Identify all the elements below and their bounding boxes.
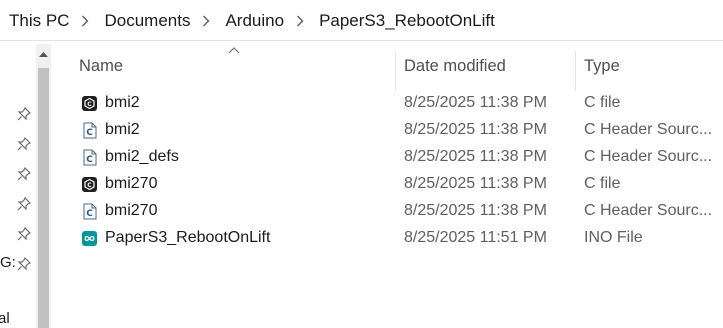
breadcrumb-documents[interactable]: Documents	[95, 11, 196, 31]
file-date-modified: 8/25/2025 11:38 PM	[404, 148, 547, 165]
c-header-file-icon: C	[83, 203, 97, 220]
file-name: bmi2	[105, 94, 140, 111]
file-row[interactable]: C bmi2 8/25/2025 11:38 PM C Header Sourc…	[51, 117, 723, 144]
file-name: bmi270	[105, 202, 158, 219]
sort-ascending-icon	[228, 47, 240, 54]
file-type: C Header Sourc...	[584, 148, 713, 165]
file-type: C Header Sourc...	[584, 121, 713, 138]
pin-icon[interactable]	[17, 227, 31, 241]
svg-text:C: C	[87, 182, 92, 189]
nav-item-label-fragment[interactable]: al	[0, 310, 10, 327]
file-row[interactable]: PaperS3_RebootOnLift 8/25/2025 11:51 PM …	[51, 225, 723, 252]
file-date-modified: 8/25/2025 11:38 PM	[404, 94, 547, 111]
file-date-modified: 8/25/2025 11:51 PM	[404, 229, 547, 246]
breadcrumb-current-folder[interactable]: PaperS3_RebootOnLift	[310, 11, 501, 31]
svg-text:C: C	[86, 128, 93, 138]
file-name: bmi2_defs	[105, 148, 179, 165]
chevron-right-icon[interactable]	[75, 15, 95, 27]
arduino-file-icon	[82, 231, 97, 246]
pin-icon[interactable]	[17, 257, 31, 271]
navigation-pane: G: al	[0, 41, 36, 328]
chevron-right-icon[interactable]	[196, 15, 216, 27]
column-header-date-modified[interactable]: Date modified	[404, 57, 506, 76]
file-row[interactable]: C bmi2 8/25/2025 11:38 PM C file	[51, 90, 723, 117]
file-row[interactable]: C bmi270 8/25/2025 11:38 PM C file	[51, 171, 723, 198]
svg-text:C: C	[86, 155, 93, 165]
breadcrumb-this-pc[interactable]: This PC	[0, 11, 75, 31]
address-bar[interactable]: This PC Documents Arduino PaperS3_Reboot…	[0, 0, 723, 41]
c-file-icon: C	[82, 177, 97, 192]
file-name: bmi270	[105, 175, 158, 192]
svg-text:C: C	[86, 209, 93, 219]
nav-scrollbar[interactable]	[36, 44, 51, 328]
svg-text:C: C	[87, 101, 92, 108]
file-date-modified: 8/25/2025 11:38 PM	[404, 175, 547, 192]
file-type: C file	[584, 175, 621, 192]
file-type: C Header Sourc...	[584, 202, 713, 219]
file-date-modified: 8/25/2025 11:38 PM	[404, 121, 547, 138]
file-type: C file	[584, 94, 621, 111]
pin-icon[interactable]	[17, 197, 31, 211]
column-header-name[interactable]: Name	[79, 57, 123, 76]
pin-icon[interactable]	[17, 137, 31, 151]
scrollbar-thumb[interactable]	[38, 68, 49, 328]
breadcrumb: This PC Documents Arduino PaperS3_Reboot…	[0, 6, 723, 36]
column-divider[interactable]	[395, 51, 396, 91]
c-header-file-icon: C	[83, 149, 97, 166]
file-date-modified: 8/25/2025 11:38 PM	[404, 202, 547, 219]
chevron-right-icon[interactable]	[290, 15, 310, 27]
column-header-type[interactable]: Type	[584, 57, 620, 76]
file-name: PaperS3_RebootOnLift	[105, 229, 271, 246]
nav-item-label-fragment[interactable]: G:	[0, 254, 16, 271]
c-header-file-icon: C	[83, 122, 97, 139]
pin-icon[interactable]	[17, 167, 31, 181]
breadcrumb-arduino[interactable]: Arduino	[216, 11, 290, 31]
scroll-up-arrow-icon[interactable]	[38, 50, 49, 60]
pin-icon[interactable]	[17, 107, 31, 121]
column-header-row: Name Date modified Type	[51, 41, 723, 93]
file-type: INO File	[584, 229, 643, 246]
file-name: bmi2	[105, 121, 140, 138]
file-row[interactable]: C bmi270 8/25/2025 11:38 PM C Header Sou…	[51, 198, 723, 225]
file-row[interactable]: C bmi2_defs 8/25/2025 11:38 PM C Header …	[51, 144, 723, 171]
column-divider[interactable]	[575, 51, 576, 91]
c-file-icon: C	[82, 96, 97, 111]
